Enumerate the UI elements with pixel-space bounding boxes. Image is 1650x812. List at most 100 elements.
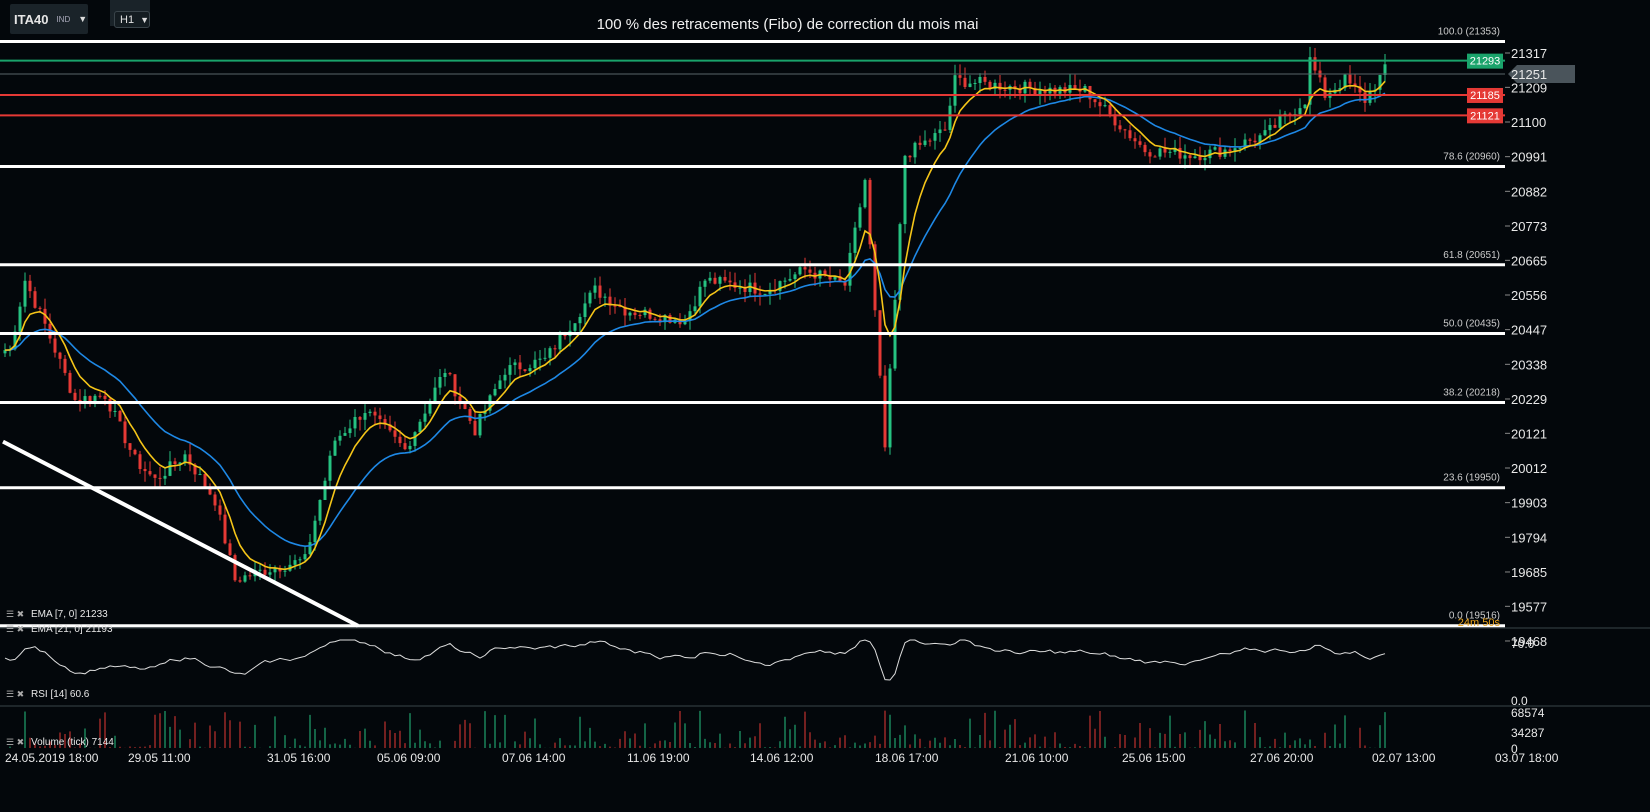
- candle-up: [938, 129, 942, 134]
- price-tick-label: 20882: [1511, 184, 1547, 199]
- candle-up: [738, 287, 742, 289]
- candle-up: [793, 274, 797, 279]
- candle-down: [918, 142, 922, 145]
- indicator-controls-icon: ☰ ✖: [6, 737, 24, 747]
- candle-up: [303, 554, 307, 560]
- price-tick-label: 21100: [1511, 115, 1546, 130]
- candle-up: [163, 475, 167, 479]
- candle-up: [293, 560, 297, 565]
- candle-up: [498, 380, 502, 389]
- candle-up: [528, 368, 532, 372]
- time-axis-label: 29.05 11:00: [128, 751, 191, 765]
- price-chart[interactable]: 2131721209211002099120882207732066520556…: [0, 0, 1650, 812]
- candle-down: [1248, 139, 1252, 141]
- rsi-legend: RSI [14] 60.6: [31, 689, 90, 700]
- candle-up: [363, 413, 367, 420]
- price-tick-label: 20447: [1511, 323, 1547, 338]
- candle-up: [93, 395, 97, 402]
- candle-down: [33, 291, 37, 308]
- candle-up: [583, 303, 587, 317]
- candle-down: [1138, 141, 1142, 145]
- chart-title: 100 % des retracements (Fibo) de correct…: [596, 16, 979, 33]
- candle-up: [798, 267, 802, 275]
- candle-up: [588, 292, 592, 304]
- candle-down: [1108, 105, 1112, 115]
- candle-up: [923, 140, 927, 145]
- candle-up: [858, 207, 862, 228]
- price-tick-label: 19577: [1511, 599, 1547, 614]
- candle-up: [1183, 155, 1187, 159]
- candle-up: [503, 374, 507, 381]
- fib-level-label: 23.6 (19950): [1443, 473, 1500, 484]
- candle-up: [578, 316, 582, 324]
- candle-down: [1218, 147, 1222, 157]
- candle-down: [928, 140, 932, 142]
- current-price-label: 21251: [1511, 67, 1547, 82]
- candle-down: [28, 280, 32, 292]
- volume-tick-label: 68574: [1511, 706, 1545, 720]
- candle-up: [268, 572, 272, 575]
- candle-up: [1303, 104, 1307, 109]
- candle-up: [603, 296, 607, 298]
- candle-down: [723, 277, 727, 281]
- candle-down: [653, 318, 657, 320]
- price-tick-label: 20338: [1511, 357, 1547, 372]
- candle-down: [223, 514, 227, 544]
- fib-level-label: 38.2 (20218): [1443, 387, 1500, 398]
- candle-down: [123, 421, 127, 444]
- price-tick-label: 19685: [1511, 565, 1547, 580]
- candle-down: [1153, 156, 1157, 158]
- candle-down: [393, 430, 397, 437]
- candle-down: [88, 396, 92, 402]
- candle-down: [1093, 99, 1097, 103]
- candle-up: [953, 75, 957, 106]
- fib-level-label: 78.6 (20960): [1443, 152, 1500, 163]
- candle-down: [153, 474, 157, 478]
- candle-down: [983, 76, 987, 82]
- price-tick-label: 21317: [1511, 46, 1547, 61]
- candle-up: [408, 445, 412, 450]
- candle-down: [143, 469, 147, 472]
- candle-up: [628, 312, 632, 316]
- rsi-line: [4, 639, 1386, 681]
- candle-down: [1128, 130, 1132, 139]
- candle-up: [348, 428, 352, 434]
- time-axis-label: 18.06 17:00: [875, 751, 939, 765]
- candle-up: [1238, 147, 1242, 149]
- candle-down: [633, 312, 637, 316]
- price-level-label: 21185: [1470, 90, 1500, 102]
- candle-up: [283, 570, 287, 572]
- time-axis-label: 14.06 12:00: [750, 751, 814, 765]
- candle-down: [878, 310, 882, 376]
- ema7-line: [4, 80, 1386, 571]
- candle-down: [58, 352, 62, 359]
- ema21-line: [4, 92, 1386, 548]
- candle-up: [338, 435, 342, 441]
- candle-up: [418, 421, 422, 433]
- candle-down: [378, 415, 382, 420]
- candle-down: [108, 398, 112, 412]
- candle-up: [113, 410, 117, 412]
- candle-down: [128, 443, 132, 450]
- candle-up: [198, 474, 202, 476]
- candle-down: [53, 338, 57, 353]
- candle-up: [973, 82, 977, 84]
- candle-up: [543, 357, 547, 359]
- candle-up: [1368, 91, 1372, 103]
- candle-down: [1003, 89, 1007, 91]
- candle-down: [1273, 124, 1277, 128]
- candle-up: [493, 388, 497, 396]
- time-axis-label: 27.06 20:00: [1250, 751, 1314, 765]
- candle-down: [473, 420, 477, 436]
- price-tick-label: 20121: [1511, 426, 1547, 441]
- candle-up: [533, 359, 537, 369]
- candle-down: [218, 505, 222, 515]
- time-axis-label: 24.05.2019 18:00: [5, 751, 99, 765]
- candle-up: [183, 454, 187, 463]
- candle-up: [508, 365, 512, 375]
- rsi-tick-label: 70.0: [1511, 637, 1535, 651]
- candle-up: [243, 575, 247, 582]
- candle-up: [168, 461, 172, 476]
- candle-down: [468, 409, 472, 421]
- candle-down: [1148, 152, 1152, 157]
